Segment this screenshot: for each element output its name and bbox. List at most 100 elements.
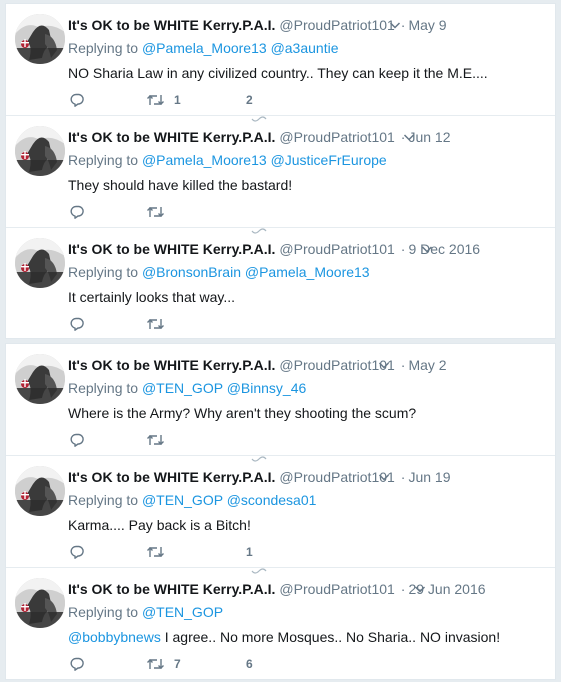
- retweet-button[interactable]: [146, 204, 174, 220]
- avatar[interactable]: [15, 466, 65, 516]
- tweet-actions: 1: [68, 544, 555, 560]
- timestamp[interactable]: Jun 19: [408, 469, 450, 485]
- tweet-header: It's OK to be WHITE Kerry.P.A.I. @ProudPa…: [68, 468, 547, 486]
- retweet-button[interactable]: [146, 544, 174, 560]
- avatar[interactable]: [15, 14, 65, 64]
- tweet[interactable]: It's OK to be WHITE Kerry.P.A.I. @ProudPa…: [6, 228, 555, 338]
- like-count: 1: [246, 545, 253, 559]
- tweet-header: It's OK to be WHITE Kerry.P.A.I. @ProudPa…: [68, 128, 547, 146]
- tweet-actions: [68, 204, 555, 220]
- mention-link[interactable]: @Pamela_Moore13: [245, 264, 370, 280]
- mention-link[interactable]: @BronsonBrain: [142, 264, 241, 280]
- tweet-actions: [68, 316, 555, 332]
- mention-link[interactable]: @scondesa01: [227, 492, 317, 508]
- chevron-down-icon[interactable]: [388, 18, 402, 32]
- tweet[interactable]: It's OK to be WHITE Kerry.P.A.I. @ProudPa…: [6, 568, 555, 679]
- reply-button[interactable]: [70, 432, 85, 448]
- separator-dot: ·: [400, 581, 406, 597]
- chevron-down-icon[interactable]: [377, 470, 391, 484]
- reply-button[interactable]: [70, 544, 85, 560]
- replying-to: Replying to @BronsonBrain @Pamela_Moore1…: [68, 264, 370, 280]
- tweet-actions: [68, 432, 555, 448]
- tweet-text-content: I agree.. No more Mosques.. No Sharia.. …: [160, 629, 501, 645]
- avatar[interactable]: [15, 578, 65, 628]
- user-handle[interactable]: @ProudPatriot101: [279, 129, 394, 145]
- user-handle[interactable]: @ProudPatriot101: [279, 241, 394, 257]
- mention-link[interactable]: @TEN_GOP: [142, 380, 223, 396]
- chevron-down-icon[interactable]: [377, 358, 391, 372]
- avatar[interactable]: [15, 238, 65, 288]
- tweet-text-content: It certainly looks that way...: [68, 289, 236, 305]
- separator-dot: ·: [400, 241, 406, 257]
- reply-button[interactable]: [70, 92, 85, 108]
- retweet-icon: [146, 657, 165, 671]
- user-handle[interactable]: @ProudPatriot101: [279, 17, 394, 33]
- tweet-actions: 76: [68, 656, 555, 672]
- timestamp[interactable]: May 2: [408, 357, 446, 373]
- user-handle[interactable]: @ProudPatriot101: [279, 581, 394, 597]
- replying-to: Replying to @TEN_GOP @scondesa01: [68, 492, 316, 508]
- reply-button[interactable]: [70, 656, 85, 672]
- mention-link[interactable]: @a3auntie: [271, 40, 339, 56]
- like-button[interactable]: 2: [246, 92, 253, 108]
- timestamp[interactable]: May 9: [408, 17, 446, 33]
- tweet-header: It's OK to be WHITE Kerry.P.A.I. @ProudPa…: [68, 580, 547, 598]
- avatar[interactable]: [15, 126, 65, 176]
- like-button[interactable]: 6: [246, 656, 253, 672]
- retweet-icon: [146, 433, 165, 447]
- retweet-button[interactable]: 1: [146, 92, 181, 108]
- tweet-panel-bottom: It's OK to be WHITE Kerry.P.A.I. @ProudPa…: [5, 343, 556, 680]
- chevron-down-icon[interactable]: [413, 582, 427, 596]
- reply-button[interactable]: [70, 204, 85, 220]
- tweet-actions: 12: [68, 92, 555, 108]
- tweet-text: Where is the Army? Why aren't they shoot…: [68, 405, 416, 421]
- replying-to: Replying to @TEN_GOP @Binnsy_46: [68, 380, 306, 396]
- mention-link[interactable]: @JusticeFrEurope: [271, 152, 387, 168]
- replying-to: Replying to @Pamela_Moore13 @JusticeFrEu…: [68, 152, 387, 168]
- tweet[interactable]: It's OK to be WHITE Kerry.P.A.I. @ProudPa…: [6, 4, 555, 122]
- mention-link[interactable]: @Pamela_Moore13: [142, 40, 267, 56]
- replying-to-label: Replying to: [68, 152, 139, 168]
- mention-link[interactable]: @TEN_GOP: [142, 492, 223, 508]
- retweet-button[interactable]: 7: [146, 656, 181, 672]
- replying-to-label: Replying to: [68, 492, 139, 508]
- mention-link[interactable]: @TEN_GOP: [142, 604, 223, 620]
- display-name[interactable]: It's OK to be WHITE Kerry.P.A.I.: [68, 357, 275, 373]
- reply-icon: [70, 317, 85, 331]
- tweet-text-content: NO Sharia Law in any civilized country..…: [68, 65, 488, 81]
- tweet[interactable]: It's OK to be WHITE Kerry.P.A.I. @ProudPa…: [6, 116, 555, 234]
- display-name[interactable]: It's OK to be WHITE Kerry.P.A.I.: [68, 581, 275, 597]
- tweet[interactable]: It's OK to be WHITE Kerry.P.A.I. @ProudPa…: [6, 456, 555, 574]
- reply-icon: [70, 545, 85, 559]
- display-name[interactable]: It's OK to be WHITE Kerry.P.A.I.: [68, 469, 275, 485]
- retweet-count: 7: [174, 657, 181, 671]
- display-name[interactable]: It's OK to be WHITE Kerry.P.A.I.: [68, 129, 275, 145]
- display-name[interactable]: It's OK to be WHITE Kerry.P.A.I.: [68, 17, 275, 33]
- tweet-text: NO Sharia Law in any civilized country..…: [68, 65, 488, 81]
- chevron-down-icon[interactable]: [420, 242, 434, 256]
- tweet-text-content: Where is the Army? Why aren't they shoot…: [68, 405, 417, 421]
- retweet-button[interactable]: [146, 316, 174, 332]
- like-button[interactable]: 1: [246, 544, 253, 560]
- tweet-text: It certainly looks that way...: [68, 289, 235, 305]
- like-count: 2: [246, 93, 253, 107]
- retweet-icon: [146, 205, 165, 219]
- mention-link[interactable]: @Pamela_Moore13: [142, 152, 267, 168]
- tweet-header: It's OK to be WHITE Kerry.P.A.I. @ProudPa…: [68, 356, 547, 374]
- replying-to-label: Replying to: [68, 264, 139, 280]
- avatar[interactable]: [15, 354, 65, 404]
- replying-to-label: Replying to: [68, 380, 139, 396]
- tweet-text: @bobbybnews I agree.. No more Mosques.. …: [68, 629, 500, 645]
- retweet-button[interactable]: [146, 432, 174, 448]
- display-name[interactable]: It's OK to be WHITE Kerry.P.A.I.: [68, 241, 275, 257]
- tweet-header: It's OK to be WHITE Kerry.P.A.I. @ProudPa…: [68, 240, 547, 258]
- separator-dot: ·: [400, 357, 406, 373]
- mention-link[interactable]: @bobbybnews: [68, 629, 161, 645]
- tweet-text: They should have killed the bastard!: [68, 177, 292, 193]
- chevron-down-icon[interactable]: [402, 130, 416, 144]
- tweet[interactable]: It's OK to be WHITE Kerry.P.A.I. @ProudPa…: [6, 344, 555, 462]
- retweet-icon: [146, 545, 165, 559]
- separator-dot: ·: [400, 469, 406, 485]
- mention-link[interactable]: @Binnsy_46: [227, 380, 307, 396]
- reply-button[interactable]: [70, 316, 85, 332]
